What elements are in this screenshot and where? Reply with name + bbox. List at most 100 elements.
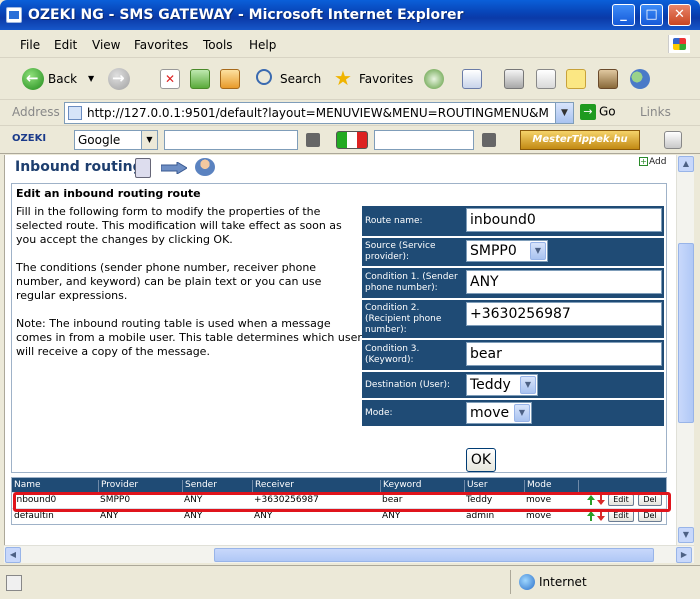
- cell-user: Teddy: [466, 495, 493, 505]
- binoculars-icon-2[interactable]: [482, 133, 496, 147]
- refresh-icon[interactable]: [190, 69, 210, 89]
- add-route-link[interactable]: + Add: [639, 157, 666, 167]
- route-name-cell: inbound0: [464, 206, 664, 236]
- mode-label: Mode:: [362, 400, 464, 426]
- move-up-down-icon[interactable]: [586, 494, 606, 506]
- users-icon: [195, 158, 215, 176]
- move-up-down-icon[interactable]: [586, 510, 606, 522]
- scroll-up-icon[interactable]: ▲: [678, 156, 694, 172]
- scroll-left-icon[interactable]: ◀: [5, 547, 21, 563]
- delete-button[interactable]: Del: [638, 494, 662, 506]
- condition3-input[interactable]: bear: [466, 342, 662, 366]
- menu-help[interactable]: Help: [249, 38, 276, 52]
- col-keyword: Keyword: [380, 480, 421, 492]
- cell-mode: move: [526, 511, 552, 521]
- forward-arrow-icon[interactable]: [108, 68, 130, 90]
- mestertippek-logo[interactable]: MesterTippek.hu: [520, 130, 640, 150]
- condition3-label: Condition 3. (Keyword):: [362, 340, 464, 370]
- horizontal-scrollbar[interactable]: ◀ ▶: [4, 545, 694, 563]
- cell-name: defaultin: [14, 511, 54, 521]
- vertical-scrollbar[interactable]: ▲ ▼: [676, 155, 694, 545]
- source-dropdown-icon[interactable]: ▼: [530, 242, 546, 260]
- translate-icon[interactable]: [336, 131, 368, 149]
- ozeki-logo[interactable]: OZEKI: [12, 133, 46, 144]
- search-engine-select[interactable]: Google ▼: [74, 130, 158, 150]
- window-title: OZEKI NG - SMS GATEWAY - Microsoft Inter…: [28, 7, 464, 23]
- cell-name: inbound0: [14, 495, 57, 505]
- col-provider: Provider: [98, 480, 138, 492]
- favorites-star-icon[interactable]: ★: [334, 65, 352, 91]
- table-row[interactable]: defaultin ANY ANY ANY ANY admin move Edi…: [12, 508, 666, 524]
- binoculars-icon[interactable]: [306, 133, 320, 147]
- scroll-right-icon[interactable]: ▶: [676, 547, 692, 563]
- ie-icon: [6, 7, 22, 23]
- col-receiver: Receiver: [252, 480, 294, 492]
- stop-icon[interactable]: ✕: [160, 69, 180, 89]
- source-label: Source (Service provider):: [362, 238, 464, 266]
- delete-button[interactable]: Del: [638, 510, 662, 522]
- menu-file[interactable]: File: [20, 38, 40, 52]
- messenger-icon[interactable]: [630, 69, 650, 89]
- cell-user: admin: [466, 511, 495, 521]
- address-input[interactable]: http://127.0.0.1:9501/default?layout=MEN…: [64, 102, 574, 124]
- condition2-label: Condition 2. (Recipient phone number):: [362, 300, 464, 338]
- address-dropdown-icon[interactable]: ▼: [555, 103, 573, 123]
- vertical-scroll-thumb[interactable]: [678, 243, 694, 423]
- edit-button[interactable]: Edit: [608, 510, 634, 522]
- cell-keyword: bear: [382, 495, 403, 505]
- address-url[interactable]: http://127.0.0.1:9501/default?layout=MEN…: [87, 106, 555, 120]
- right-arrow-icon: [161, 162, 187, 174]
- ok-button[interactable]: OK: [466, 448, 496, 472]
- horizontal-scroll-thumb[interactable]: [214, 548, 654, 562]
- source-value: SMPP0: [470, 243, 517, 259]
- page-title: Inbound routing: [15, 159, 143, 175]
- table-row[interactable]: inbound0 SMPP0 ANY +3630256987 bear Tedd…: [12, 492, 666, 508]
- add-label: Add: [649, 157, 667, 167]
- route-name-input[interactable]: inbound0: [466, 208, 662, 232]
- routing-table: Name Provider Sender Receiver Keyword Us…: [11, 477, 667, 525]
- destination-select[interactable]: Teddy ▼: [466, 374, 538, 396]
- discuss-icon[interactable]: [566, 69, 586, 89]
- globe-icon: [519, 574, 535, 590]
- menu-view[interactable]: View: [92, 38, 120, 52]
- toolbar-search-input-2[interactable]: [374, 130, 474, 150]
- close-button[interactable]: ✕: [668, 4, 691, 26]
- edit-page-icon[interactable]: [536, 69, 556, 89]
- favorites-button[interactable]: Favorites: [359, 66, 413, 92]
- mode-select[interactable]: move ▼: [466, 402, 532, 424]
- menu-favorites[interactable]: Favorites: [134, 38, 188, 52]
- mail-icon[interactable]: [462, 69, 482, 89]
- address-label: Address: [12, 105, 60, 119]
- menu-edit[interactable]: Edit: [54, 38, 77, 52]
- condition2-input[interactable]: +3630256987: [466, 302, 662, 326]
- destination-value: Teddy: [470, 377, 511, 393]
- home-icon[interactable]: [220, 69, 240, 89]
- page-status-icon: [6, 575, 22, 591]
- links-button[interactable]: Links: [640, 105, 671, 119]
- col-mode: Mode: [524, 480, 552, 492]
- research-icon[interactable]: [598, 69, 618, 89]
- history-icon[interactable]: [424, 69, 444, 89]
- mode-dropdown-icon[interactable]: ▼: [514, 404, 530, 422]
- search-icon[interactable]: [256, 69, 272, 85]
- search-engine-dropdown-icon[interactable]: ▼: [141, 131, 157, 149]
- destination-dropdown-icon[interactable]: ▼: [520, 376, 536, 394]
- search-button[interactable]: Search: [280, 66, 321, 92]
- minimize-button[interactable]: _: [612, 4, 635, 26]
- cell-receiver: ANY: [254, 511, 273, 521]
- maximize-button[interactable]: □: [640, 4, 663, 26]
- edit-button[interactable]: Edit: [608, 494, 634, 506]
- back-dropdown-icon[interactable]: ▼: [88, 66, 94, 92]
- source-select[interactable]: SMPP0 ▼: [466, 240, 548, 262]
- condition1-input[interactable]: ANY: [466, 270, 662, 294]
- back-button[interactable]: Back: [48, 66, 77, 92]
- scroll-down-icon[interactable]: ▼: [678, 527, 694, 543]
- mode-cell: move ▼: [464, 400, 664, 426]
- options-icon[interactable]: [664, 131, 682, 149]
- toolbar-search-input[interactable]: [164, 130, 298, 150]
- print-icon[interactable]: [504, 69, 524, 89]
- source-cell: SMPP0 ▼: [464, 238, 664, 266]
- menu-tools[interactable]: Tools: [203, 38, 233, 52]
- go-button[interactable]: → Go: [580, 104, 616, 120]
- back-arrow-icon[interactable]: [22, 68, 44, 90]
